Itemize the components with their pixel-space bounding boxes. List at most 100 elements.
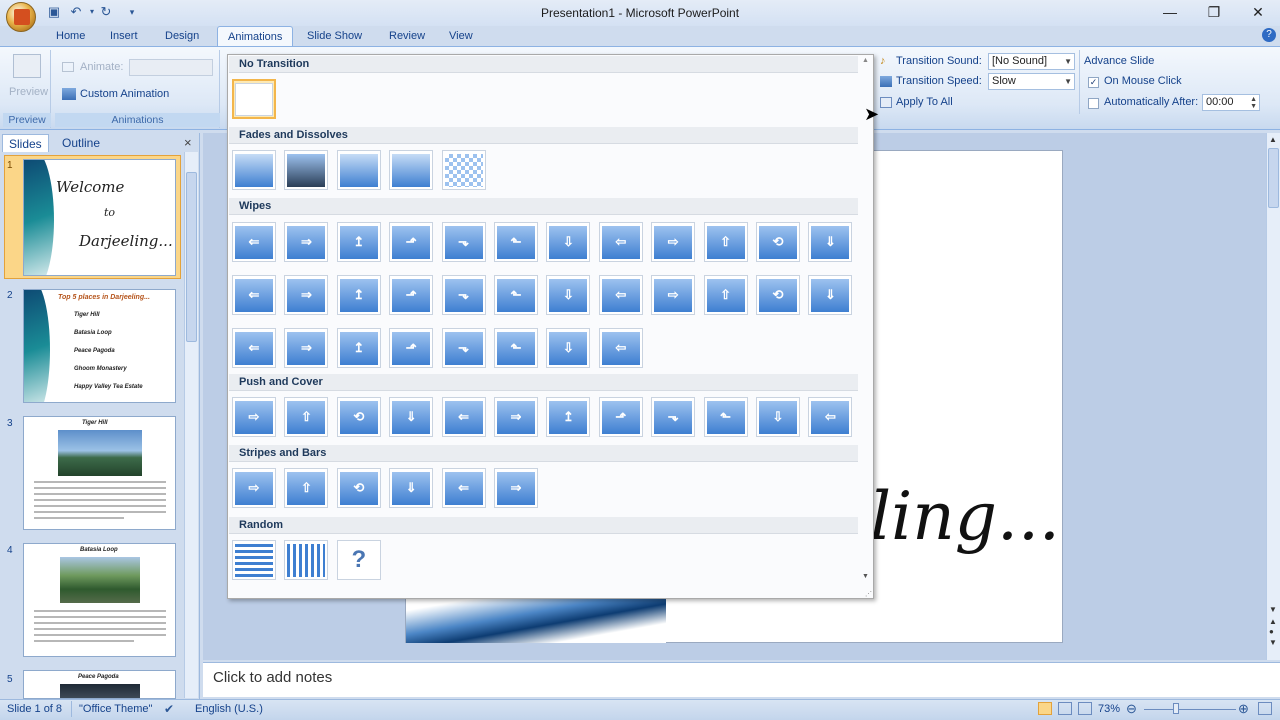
- slide-thumbnail-1[interactable]: Welcome to Darjeeling...: [23, 159, 176, 276]
- transition-option[interactable]: [441, 150, 486, 190]
- transition-option[interactable]: [232, 150, 276, 190]
- transition-option[interactable]: ⬎: [441, 222, 486, 262]
- notes-placeholder[interactable]: Click to add notes: [213, 669, 332, 686]
- transition-option[interactable]: ⬎: [651, 397, 696, 437]
- transition-option[interactable]: ⇧: [703, 222, 748, 262]
- minimize-button[interactable]: —: [1148, 0, 1192, 24]
- apply-to-all-button[interactable]: Apply To All: [896, 96, 953, 108]
- office-button[interactable]: [6, 2, 36, 32]
- tab-home[interactable]: Home: [46, 26, 95, 46]
- transition-option[interactable]: ⇓: [808, 275, 853, 315]
- transition-option[interactable]: ⇦: [598, 275, 643, 315]
- zoom-in-icon[interactable]: ⊕: [1238, 701, 1249, 717]
- transition-option[interactable]: ⇒: [494, 397, 538, 437]
- transition-option[interactable]: ⬏: [389, 275, 434, 315]
- transition-option[interactable]: [336, 150, 381, 190]
- tab-slide-show[interactable]: Slide Show: [297, 26, 372, 46]
- previous-slide-icon[interactable]: ▲: [1269, 617, 1277, 626]
- slide-show-icon[interactable]: [1078, 702, 1092, 715]
- transition-option[interactable]: ⇓: [808, 222, 853, 262]
- scroll-thumb[interactable]: [1268, 148, 1279, 208]
- transition-option[interactable]: ↥: [336, 275, 381, 315]
- transition-option[interactable]: ⟲: [756, 222, 800, 262]
- next-slide-icon[interactable]: ▼: [1269, 638, 1277, 647]
- slide-thumbnail-2[interactable]: Top 5 places in Darjeeling... Tiger Hill…: [23, 289, 176, 403]
- transition-option[interactable]: ⟲: [756, 275, 800, 315]
- fit-to-window-icon[interactable]: [1258, 702, 1272, 715]
- transition-option[interactable]: ⇦: [808, 397, 853, 437]
- customize-qat-icon[interactable]: ▾: [124, 4, 140, 20]
- transition-option[interactable]: ⇐: [232, 328, 276, 368]
- on-mouse-click-checkbox[interactable]: ✓: [1088, 77, 1099, 88]
- tab-design[interactable]: Design: [155, 26, 209, 46]
- scroll-down-icon[interactable]: ▼: [862, 573, 869, 580]
- transition-option[interactable]: ↥: [546, 397, 591, 437]
- transition-option[interactable]: ?: [336, 540, 381, 580]
- transition-option[interactable]: ⇒: [284, 222, 329, 262]
- transition-option[interactable]: ⇨: [651, 275, 696, 315]
- transition-option[interactable]: ⇩: [546, 222, 591, 262]
- transition-option[interactable]: [232, 540, 276, 580]
- transition-option[interactable]: ⇨: [651, 222, 696, 262]
- transition-option[interactable]: ⇩: [546, 275, 591, 315]
- transition-option[interactable]: ⇨: [232, 468, 276, 508]
- auto-time-spinner[interactable]: 00:00 ▲ ▼: [1202, 94, 1260, 111]
- transition-option[interactable]: ⇐: [232, 275, 276, 315]
- transition-option[interactable]: [389, 150, 434, 190]
- transition-option[interactable]: ⇓: [389, 397, 434, 437]
- close-button[interactable]: ✕: [1236, 0, 1280, 24]
- tab-insert[interactable]: Insert: [100, 26, 148, 46]
- gallery-scrollbar[interactable]: ▲ ▼ ⋰: [859, 55, 873, 598]
- preview-button[interactable]: Preview: [9, 86, 48, 98]
- transition-option[interactable]: ⬏: [598, 397, 643, 437]
- transition-option[interactable]: ⇓: [389, 468, 434, 508]
- zoom-slider[interactable]: [1144, 709, 1236, 710]
- transition-option[interactable]: ⬎: [441, 328, 486, 368]
- undo-icon[interactable]: ↶: [68, 4, 84, 20]
- transition-option[interactable]: ⇐: [232, 222, 276, 262]
- slide-thumbnail-5[interactable]: Peace Pagoda: [23, 670, 176, 699]
- transition-option[interactable]: ⇧: [284, 468, 329, 508]
- automatically-after-checkbox[interactable]: [1088, 98, 1099, 109]
- transition-option[interactable]: [284, 540, 329, 580]
- notes-pane[interactable]: [203, 662, 1280, 697]
- language[interactable]: English (U.S.): [195, 703, 263, 715]
- scroll-up-icon[interactable]: ▲: [1269, 135, 1277, 144]
- transition-option[interactable]: ⇦: [598, 222, 643, 262]
- zoom-slider-thumb[interactable]: [1173, 703, 1179, 714]
- transition-option[interactable]: ⬑: [703, 397, 748, 437]
- resize-grip-icon[interactable]: ⋰: [865, 590, 872, 598]
- slides-scrollbar[interactable]: [184, 152, 198, 698]
- slide-title-text[interactable]: ling...: [870, 478, 1060, 555]
- transition-option[interactable]: ⇒: [494, 468, 538, 508]
- transition-option[interactable]: ⬎: [441, 275, 486, 315]
- transition-option[interactable]: ⟲: [336, 397, 381, 437]
- transition-sound-select[interactable]: [No Sound] ▼: [988, 53, 1075, 70]
- transition-option[interactable]: ⇐: [441, 468, 486, 508]
- transition-option[interactable]: ⇧: [284, 397, 329, 437]
- zoom-level[interactable]: 73%: [1098, 703, 1120, 715]
- transition-option[interactable]: ⇒: [284, 328, 329, 368]
- transition-option[interactable]: ⇒: [284, 275, 329, 315]
- normal-view-icon[interactable]: [1038, 702, 1052, 715]
- transition-speed-select[interactable]: Slow ▼: [988, 73, 1075, 90]
- transition-option[interactable]: ⬑: [494, 275, 538, 315]
- transition-option[interactable]: ⟲: [336, 468, 381, 508]
- select-browse-icon[interactable]: ●: [1269, 627, 1274, 636]
- tab-review[interactable]: Review: [379, 26, 435, 46]
- transition-option[interactable]: [284, 150, 329, 190]
- transition-option[interactable]: ⇩: [546, 328, 591, 368]
- custom-animation-button[interactable]: Custom Animation: [80, 88, 169, 100]
- transition-option[interactable]: ⬏: [389, 222, 434, 262]
- transition-option[interactable]: ⇐: [441, 397, 486, 437]
- zoom-out-icon[interactable]: ⊖: [1126, 701, 1137, 717]
- transition-option[interactable]: ⇦: [598, 328, 643, 368]
- tab-slides[interactable]: Slides: [2, 134, 49, 152]
- vertical-scrollbar[interactable]: ▲ ▼ ▲ ● ▼: [1266, 133, 1280, 660]
- slide-thumbnail-3[interactable]: Tiger Hill: [23, 416, 176, 530]
- transition-option[interactable]: ⇨: [232, 397, 276, 437]
- transition-option[interactable]: ↥: [336, 328, 381, 368]
- scroll-thumb[interactable]: [186, 172, 197, 342]
- animate-dropdown[interactable]: [129, 59, 213, 76]
- help-icon[interactable]: ?: [1262, 28, 1276, 42]
